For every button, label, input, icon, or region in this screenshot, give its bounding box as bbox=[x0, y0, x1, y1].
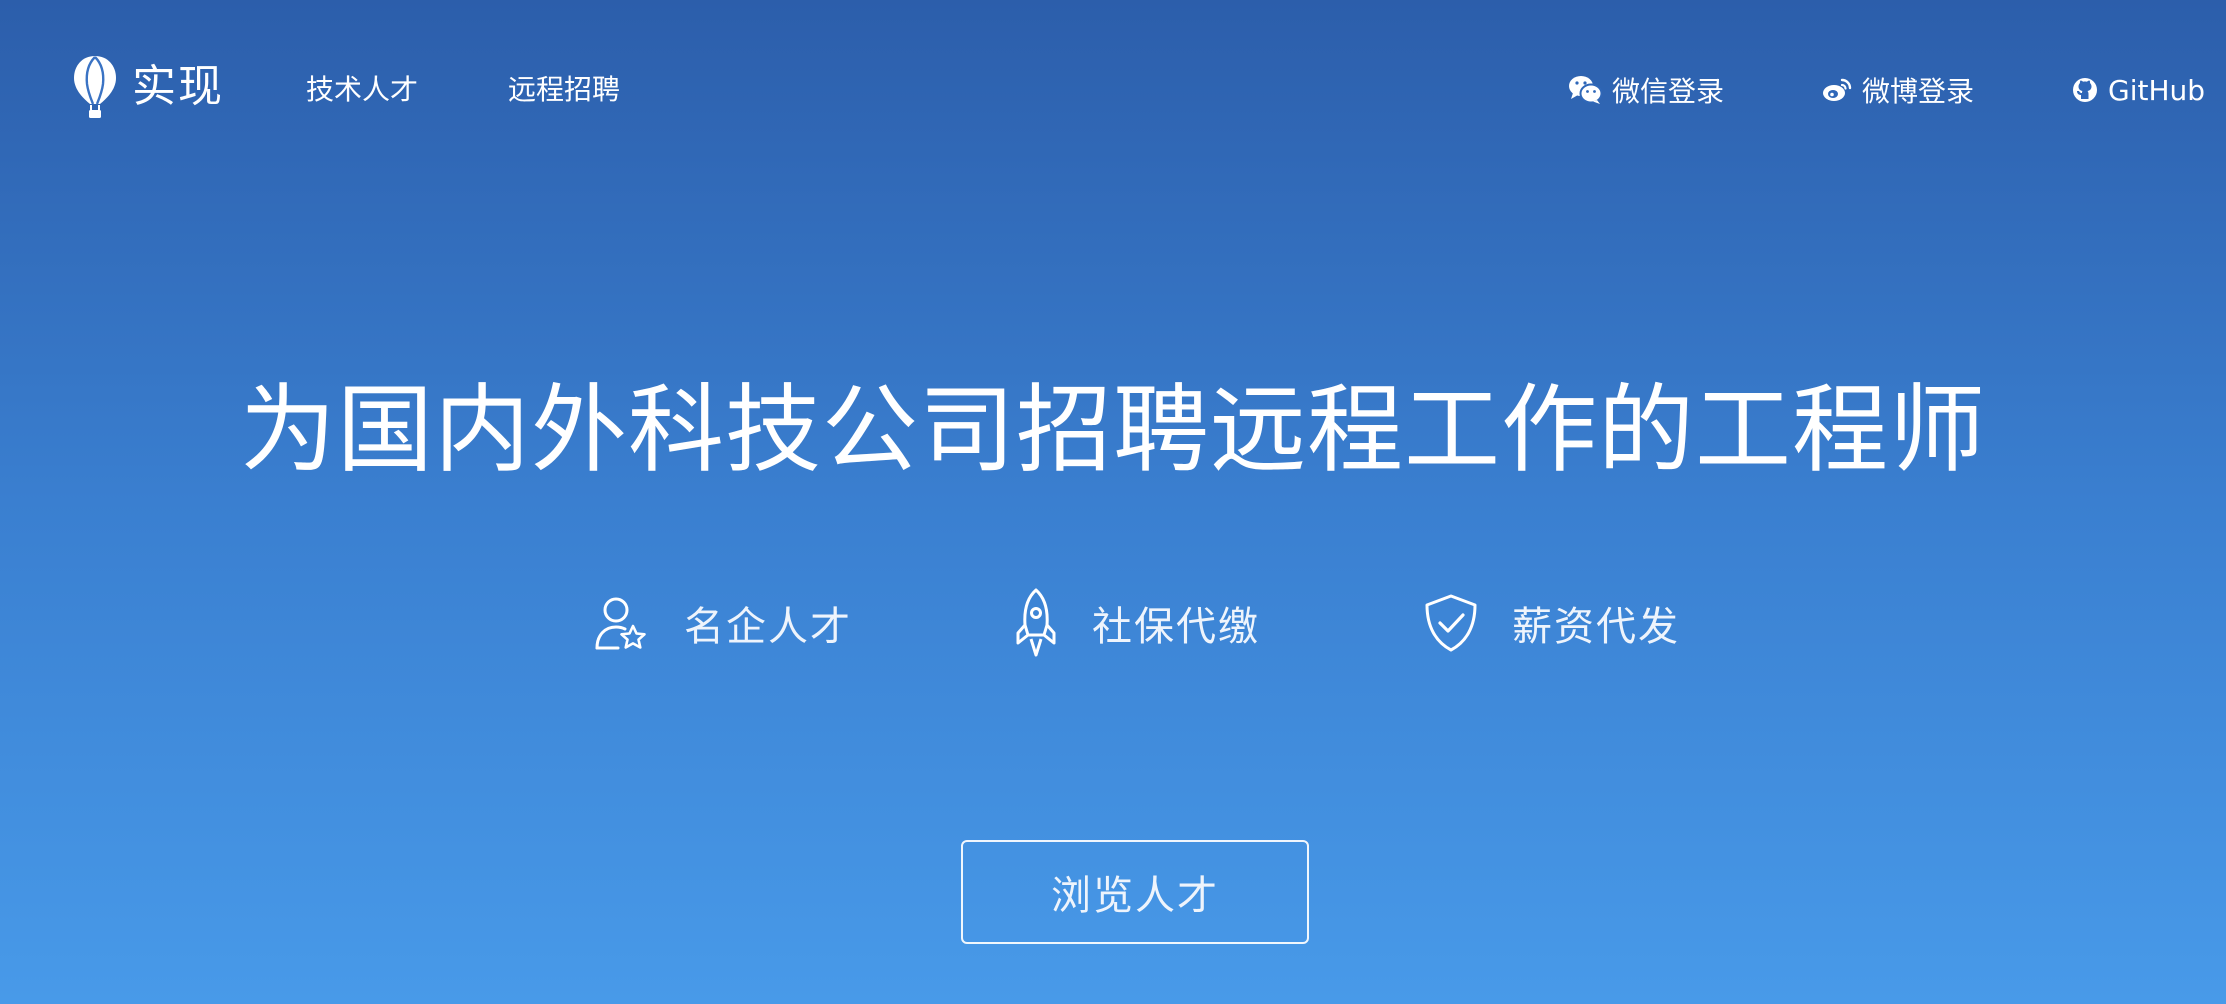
nav-link-remote-hiring[interactable]: 远程招聘 bbox=[508, 70, 620, 110]
user-star-icon bbox=[594, 593, 650, 653]
weibo-icon bbox=[1822, 77, 1852, 103]
wechat-icon bbox=[1568, 75, 1602, 105]
shield-check-icon bbox=[1424, 593, 1478, 653]
feature-talent: 名企人才 bbox=[594, 588, 852, 658]
browse-talent-button[interactable]: 浏览人才 bbox=[961, 840, 1309, 944]
nav-link-tech-talent[interactable]: 技术人才 bbox=[306, 70, 418, 110]
hero-headline: 为国内外科技公司招聘远程工作的工程师 bbox=[240, 374, 1986, 486]
feature-payroll: 薪资代发 bbox=[1424, 588, 1680, 658]
balloon-logo-icon bbox=[72, 54, 118, 120]
github-icon bbox=[2072, 77, 2098, 103]
feature-social-insurance-label: 社保代缴 bbox=[1092, 604, 1260, 650]
weibo-login-label: 微博登录 bbox=[1862, 75, 1975, 108]
rocket-icon bbox=[1014, 587, 1058, 659]
feature-talent-label: 名企人才 bbox=[684, 604, 852, 650]
wechat-login-label: 微信登录 bbox=[1612, 75, 1725, 108]
brand-logo[interactable]: 实现 bbox=[72, 54, 224, 120]
brand-name: 实现 bbox=[132, 61, 224, 112]
github-login-label: GitHub bbox=[2108, 73, 2206, 107]
github-login-link[interactable]: GitHub bbox=[2072, 70, 2205, 110]
weibo-login-link[interactable]: 微博登录 bbox=[1822, 70, 1974, 110]
feature-social-insurance: 社保代缴 bbox=[1014, 588, 1260, 658]
top-navbar: 实现 技术人才 远程招聘 微信登录 微博登录 GitHub bbox=[0, 0, 2226, 180]
feature-payroll-label: 薪资代发 bbox=[1512, 604, 1680, 650]
wechat-login-link[interactable]: 微信登录 bbox=[1568, 70, 1724, 110]
